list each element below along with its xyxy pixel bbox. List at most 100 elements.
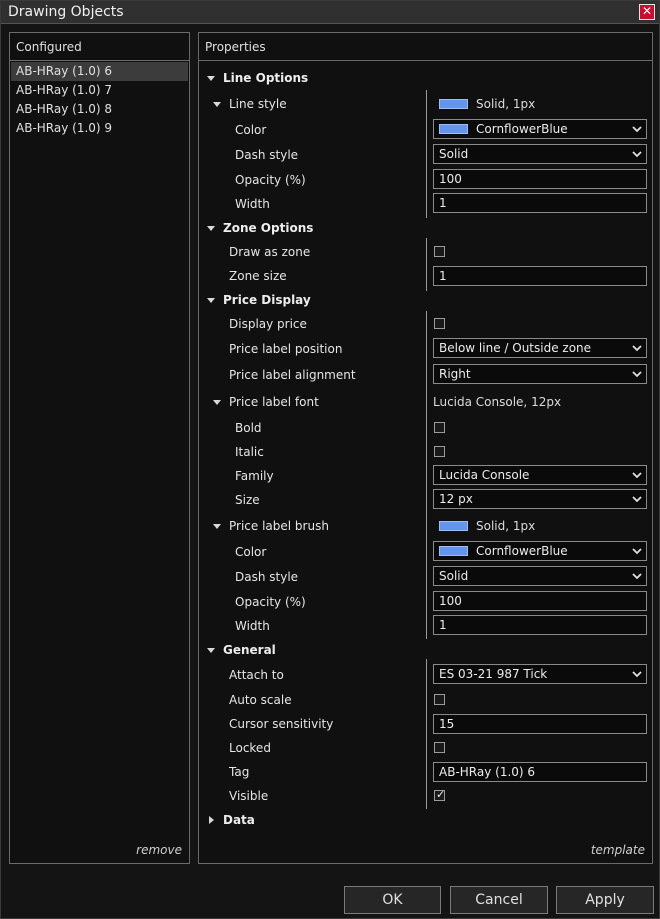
line-opacity-input[interactable]: 100 bbox=[433, 169, 647, 189]
property-label: Color bbox=[235, 545, 267, 559]
property-label: Price label brush bbox=[229, 519, 329, 533]
visible-checkbox[interactable]: ✓ bbox=[434, 788, 446, 801]
section-label: Line Options bbox=[223, 71, 309, 85]
column-separator bbox=[426, 90, 427, 218]
section-label: General bbox=[223, 643, 276, 657]
color-swatch bbox=[439, 99, 468, 109]
property-label: Width bbox=[235, 197, 270, 211]
line-dash-select[interactable]: Solid bbox=[433, 144, 647, 164]
display-price-checkbox[interactable] bbox=[434, 318, 445, 329]
property-label: Color bbox=[235, 123, 267, 137]
chevron-down-icon bbox=[632, 548, 642, 555]
property-label: Opacity (%) bbox=[235, 173, 306, 187]
zone-size-input[interactable]: 1 bbox=[433, 266, 647, 286]
column-separator bbox=[426, 311, 427, 639]
title-bar: Drawing Objects ✕ bbox=[1, 1, 659, 24]
tag-input[interactable]: AB-HRay (1.0) 6 bbox=[433, 762, 647, 782]
template-link[interactable]: template bbox=[591, 843, 645, 857]
window-title: Drawing Objects bbox=[8, 4, 124, 20]
font-size-select[interactable]: 12 px bbox=[433, 489, 647, 509]
brush-opacity-input[interactable]: 100 bbox=[433, 591, 647, 611]
checkmark-icon: ✓ bbox=[436, 788, 446, 801]
caret-down-icon[interactable] bbox=[207, 298, 215, 303]
apply-button[interactable]: Apply bbox=[556, 886, 654, 914]
chevron-down-icon bbox=[632, 671, 642, 678]
chevron-down-icon bbox=[632, 345, 642, 352]
column-separator bbox=[426, 238, 427, 291]
line-width-input[interactable]: 1 bbox=[433, 193, 647, 213]
line-style-summary: Solid, 1px bbox=[433, 97, 535, 111]
brush-dash-select[interactable]: Solid bbox=[433, 566, 647, 586]
property-label: Price label alignment bbox=[229, 368, 356, 382]
close-icon[interactable]: ✕ bbox=[639, 4, 655, 20]
section-label: Data bbox=[223, 813, 255, 827]
property-label: Auto scale bbox=[229, 693, 292, 707]
locked-checkbox[interactable] bbox=[434, 742, 445, 753]
caret-down-icon[interactable] bbox=[207, 648, 215, 653]
properties-header: Properties bbox=[199, 33, 652, 61]
property-label: Price label font bbox=[229, 395, 319, 409]
line-color-select[interactable]: CornflowerBlue bbox=[433, 119, 647, 139]
property-label: Attach to bbox=[229, 668, 284, 682]
brush-color-select[interactable]: CornflowerBlue bbox=[433, 541, 647, 561]
property-label: Size bbox=[235, 493, 260, 507]
cursor-sensitivity-input[interactable]: 15 bbox=[433, 714, 647, 734]
property-label: Width bbox=[235, 619, 270, 633]
configured-item[interactable]: AB-HRay (1.0) 7 bbox=[11, 81, 188, 100]
section-label: Price Display bbox=[223, 293, 311, 307]
property-label: Dash style bbox=[235, 570, 299, 584]
configured-header: Configured bbox=[10, 33, 189, 61]
configured-item[interactable]: AB-HRay (1.0) 8 bbox=[11, 100, 188, 119]
chevron-down-icon bbox=[632, 151, 642, 158]
property-label: Visible bbox=[229, 789, 269, 803]
ok-button[interactable]: OK bbox=[344, 886, 441, 914]
property-label: Dash style bbox=[235, 148, 299, 162]
property-label: Opacity (%) bbox=[235, 595, 306, 609]
brush-width-input[interactable]: 1 bbox=[433, 615, 647, 635]
property-label: Draw as zone bbox=[229, 245, 311, 259]
drawing-objects-dialog: Drawing Objects ✕ Configured AB-HRay (1.… bbox=[0, 0, 660, 919]
caret-down-icon[interactable] bbox=[207, 76, 215, 81]
property-label: Cursor sensitivity bbox=[229, 717, 334, 731]
column-separator bbox=[426, 659, 427, 809]
configured-item[interactable]: AB-HRay (1.0) 9 bbox=[11, 119, 188, 138]
property-label: Locked bbox=[229, 741, 271, 755]
property-label: Italic bbox=[235, 445, 264, 459]
property-label: Display price bbox=[229, 317, 307, 331]
color-swatch bbox=[439, 546, 468, 556]
property-label: Zone size bbox=[229, 269, 287, 283]
label-alignment-select[interactable]: Right bbox=[433, 364, 647, 384]
chevron-down-icon bbox=[632, 496, 642, 503]
caret-down-icon[interactable] bbox=[213, 102, 221, 107]
chevron-down-icon bbox=[632, 126, 642, 133]
draw-as-zone-checkbox[interactable] bbox=[434, 246, 445, 257]
font-bold-checkbox[interactable] bbox=[434, 422, 445, 433]
color-swatch bbox=[439, 124, 468, 134]
auto-scale-checkbox[interactable] bbox=[434, 694, 445, 705]
configured-list: AB-HRay (1.0) 6 AB-HRay (1.0) 7 AB-HRay … bbox=[11, 62, 188, 138]
caret-right-icon[interactable] bbox=[209, 816, 214, 824]
configured-item[interactable]: AB-HRay (1.0) 6 bbox=[11, 62, 188, 81]
cancel-button[interactable]: Cancel bbox=[450, 886, 548, 914]
property-label: Bold bbox=[235, 421, 262, 435]
chevron-down-icon bbox=[632, 472, 642, 479]
label-brush-summary: Solid, 1px bbox=[433, 519, 535, 533]
color-swatch bbox=[439, 521, 468, 531]
remove-link[interactable]: remove bbox=[136, 843, 182, 857]
property-label: Line style bbox=[229, 97, 287, 111]
section-label: Zone Options bbox=[223, 221, 314, 235]
caret-down-icon[interactable] bbox=[213, 524, 221, 529]
caret-down-icon[interactable] bbox=[213, 400, 221, 405]
font-family-select[interactable]: Lucida Console bbox=[433, 465, 647, 485]
chevron-down-icon bbox=[632, 573, 642, 580]
configured-panel: Configured AB-HRay (1.0) 6 AB-HRay (1.0)… bbox=[9, 32, 190, 864]
font-italic-checkbox[interactable] bbox=[434, 446, 445, 457]
property-label: Price label position bbox=[229, 342, 343, 356]
attach-to-select[interactable]: ES 03-21 987 Tick bbox=[433, 664, 647, 684]
property-label: Family bbox=[235, 469, 274, 483]
caret-down-icon[interactable] bbox=[207, 226, 215, 231]
label-position-select[interactable]: Below line / Outside zone bbox=[433, 338, 647, 358]
property-label: Tag bbox=[229, 765, 250, 779]
properties-panel: Properties Line Options Line style Solid… bbox=[198, 32, 653, 864]
chevron-down-icon bbox=[632, 371, 642, 378]
